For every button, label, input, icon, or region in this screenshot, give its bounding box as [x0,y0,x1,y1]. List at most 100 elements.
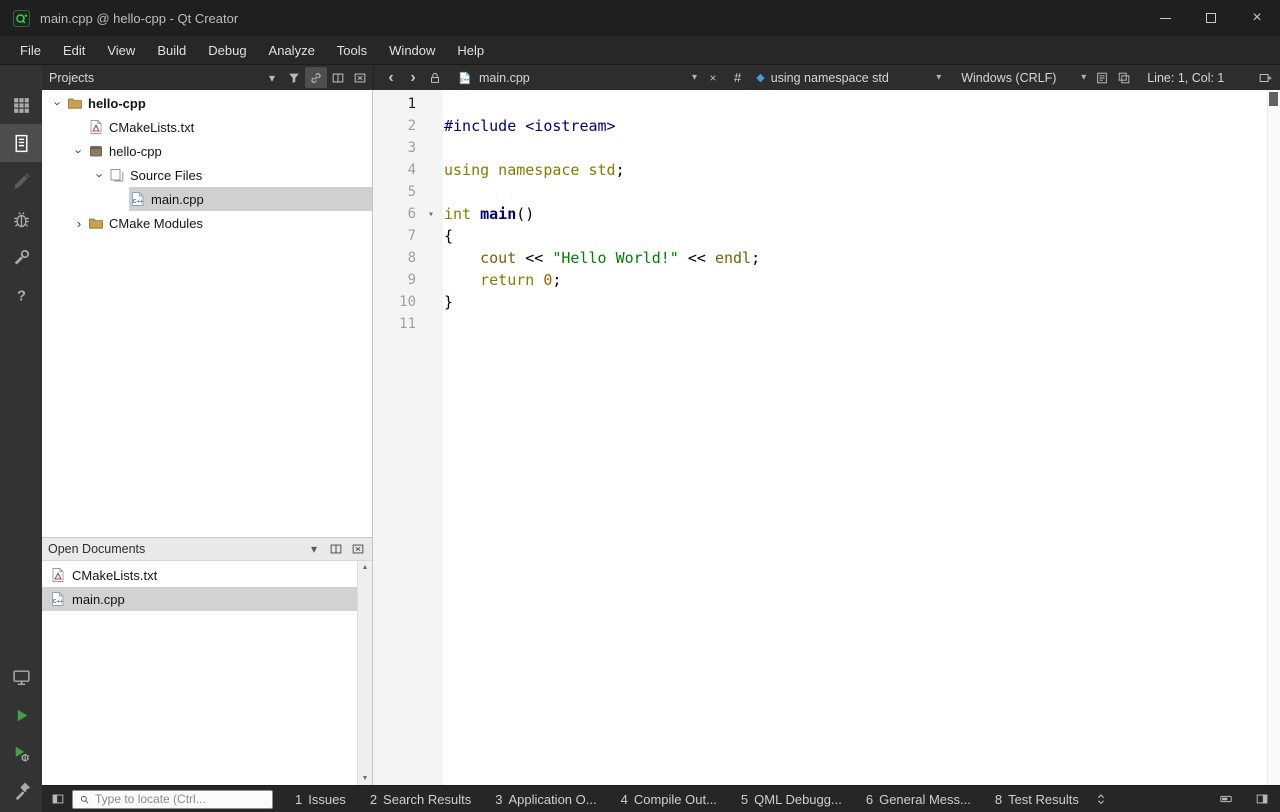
editor-scrollbar[interactable] [1267,90,1280,785]
toggle-left-sidebar-icon[interactable] [48,789,68,809]
close-document-icon[interactable]: × [702,67,724,88]
output-pane-number: 4 [621,792,628,807]
output-pane-compile-out[interactable]: 4Compile Out... [609,786,729,812]
menu-build[interactable]: Build [146,36,197,64]
editor-clone-icon[interactable] [1113,67,1135,88]
menu-debug[interactable]: Debug [197,36,257,64]
projects-pane-dropdown-icon[interactable]: ▾ [261,67,283,88]
symbol-dropdown[interactable]: ◆ using namespace std ▾ [751,67,946,88]
mode-projects-button[interactable] [0,238,42,276]
menu-analyze[interactable]: Analyze [258,36,326,64]
close-panel-icon[interactable] [349,67,371,88]
output-pane-test-results[interactable]: 8Test Results [983,786,1091,812]
maximize-button[interactable] [1188,0,1234,36]
filter-icon[interactable] [283,67,305,88]
code-text: { [444,227,453,245]
split-panel-icon[interactable] [327,67,349,88]
menu-view[interactable]: View [96,36,146,64]
menu-window[interactable]: Window [378,36,446,64]
tree-item-cmake-modules[interactable]: ›CMake Modules [42,211,372,235]
mode-build-button[interactable] [0,772,42,810]
output-pane-label: Issues [308,792,346,807]
open-documents-title: Open Documents [48,542,145,556]
menu-edit[interactable]: Edit [52,36,96,64]
open-document-main-cpp[interactable]: C++main.cpp [42,587,357,611]
code-text: return 0; [444,271,561,289]
pin-file-icon[interactable] [424,67,446,88]
expander-expanded-icon[interactable]: › [72,143,87,159]
symbol-hash-button[interactable]: # [734,70,741,85]
mode-design-button[interactable] [0,162,42,200]
file-encoding-icon[interactable] [1091,67,1113,88]
tree-item-label: main.cpp [151,192,204,207]
statusbar-right-icons [1216,789,1272,809]
build-progress-icon[interactable] [1216,789,1236,809]
editor-scrollbar-thumb[interactable] [1269,92,1278,106]
fold-marker-icon[interactable]: ▾ [419,209,443,220]
tree-item-label: CMakeLists.txt [109,120,194,135]
minimize-button[interactable] [1142,0,1188,36]
expander-expanded-icon[interactable]: › [51,95,66,111]
code-line: 10} [373,291,1280,313]
mode-buttons-bottom [0,658,42,812]
open-documents-split-icon[interactable] [325,539,347,560]
mode-run-debug-button[interactable] [0,734,42,772]
add-split-icon[interactable] [1254,67,1276,88]
code-text: int main() [444,205,534,223]
tree-item-cmakelists-txt[interactable]: CMakeLists.txt [42,115,372,139]
tree-item-source-files[interactable]: ›Source Files [42,163,372,187]
sync-with-editor-icon[interactable] [305,67,327,88]
output-pane-application-o[interactable]: 3Application O... [483,786,608,812]
menu-tools[interactable]: Tools [326,36,378,64]
mode-debug-button[interactable] [0,200,42,238]
output-pane-selector-arrows-icon[interactable] [1091,789,1111,809]
mode-welcome-button[interactable] [0,86,42,124]
mode-help-button[interactable]: ? [0,276,42,314]
line-ending-dropdown[interactable]: Windows (CRLF) ▾ [956,67,1091,88]
menu-help[interactable]: Help [446,36,495,64]
toggle-right-sidebar-icon[interactable] [1252,789,1272,809]
scroll-up-icon[interactable]: ▲ [362,564,369,571]
projects-pane-header: Projects ▾ [42,65,373,90]
code-text: #include <iostream> [444,117,616,135]
output-pane-number: 6 [866,792,873,807]
menu-file[interactable]: File [9,36,52,64]
open-documents-scrollbar[interactable]: ▲ ▼ [357,561,372,785]
locator-input[interactable] [95,792,255,806]
code-line: 5 [373,181,1280,203]
locator-box[interactable] [72,790,273,809]
output-pane-qml-debugg[interactable]: 5QML Debugg... [729,786,854,812]
go-back-icon[interactable]: ‹ [380,67,402,88]
go-forward-icon[interactable]: › [402,67,424,88]
cmake-file-icon [50,567,66,583]
open-document-label: CMakeLists.txt [72,568,157,583]
tree-item-label: hello-cpp [88,96,146,111]
file-dropdown-arrow-icon: ▾ [692,72,697,83]
code-lines: 12#include <iostream>34using namespace s… [373,90,1280,335]
mode-run-button[interactable] [0,696,42,734]
open-documents-close-icon[interactable] [347,539,369,560]
scroll-down-icon[interactable]: ▼ [362,775,369,782]
open-documents-dropdown-icon[interactable]: ▾ [303,539,325,560]
tree-item-hello-cpp[interactable]: › hello-cpp [42,91,372,115]
output-pane-label: Application O... [508,792,596,807]
output-pane-issues[interactable]: 1Issues [283,786,358,812]
tree-item-hello-cpp[interactable]: ›hello-cpp [42,139,372,163]
output-pane-search-results[interactable]: 2Search Results [358,786,483,812]
open-document-cmakelists-txt[interactable]: CMakeLists.txt [42,563,357,587]
code-editor[interactable]: 12#include <iostream>34using namespace s… [373,90,1280,785]
tree-item-main-cpp[interactable]: C++main.cpp [42,187,372,211]
expander-expanded-icon[interactable]: › [93,167,108,183]
titlebar: main.cpp @ hello-cpp - Qt Creator × [0,0,1280,36]
cursor-position: Line: 1, Col: 1 [1147,71,1224,85]
open-file-dropdown[interactable]: C++ main.cpp ▾ [452,67,702,88]
output-pane-general-mess[interactable]: 6General Mess... [854,786,983,812]
mode-kit-selector-button[interactable] [0,658,42,696]
close-button[interactable]: × [1234,0,1280,36]
tree-item-content: Source Files [108,163,372,187]
tree-item-content: C++main.cpp [129,187,372,211]
expander-collapsed-icon[interactable]: › [71,216,87,231]
current-file-name: main.cpp [479,71,530,85]
mode-edit-button[interactable] [0,124,42,162]
open-documents-list: CMakeLists.txt C++main.cpp [42,561,357,785]
